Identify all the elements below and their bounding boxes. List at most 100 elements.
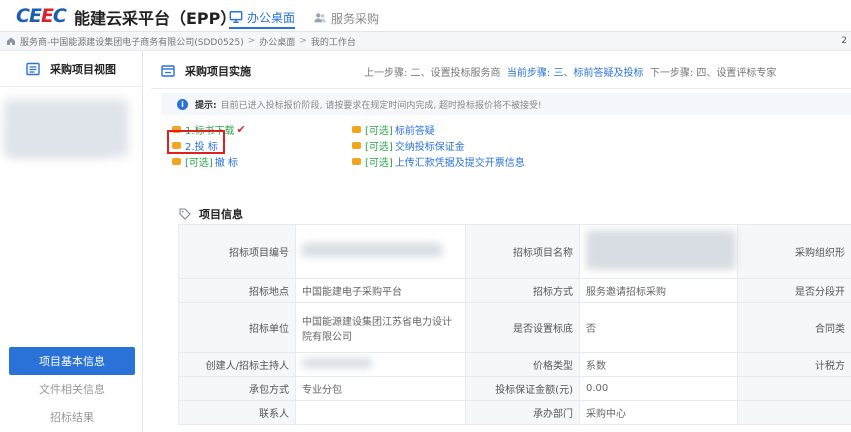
platform-title: 能建云采平台（EPP） [74,9,237,28]
label-contract-type: 合同类 [737,302,851,353]
task-label: 撤 标 [214,158,238,169]
next-step: 四、设置评标专家 [696,68,777,79]
value-contact [295,400,466,425]
info-icon: i [177,98,188,110]
main-header: 采购项目实施 上一步骤: 二、设置投标服务商 当前步骤: 三、标前答疑及投标 下… [151,51,851,89]
task-label: 上传汇款凭据及提交开票信息 [394,158,525,169]
redacted-value [586,230,736,270]
table-row: 联系人 承办部门 采购中心 [178,400,851,425]
hand-pointer-icon [352,142,361,149]
notice-bar: i 提示: 目前已进入投标报价阶段, 请按要求在规定时间内完成, 超时投标报价将… [161,93,851,115]
nav-office-desktop[interactable]: 办公桌面 [229,7,296,29]
list-view-icon [26,62,40,75]
monitor-icon [229,11,243,23]
redacted-project-info [10,131,110,155]
breadcrumb-separator: > [299,36,307,46]
label-project-name: 招标项目名称 [465,224,580,279]
redacted-value [302,358,372,368]
current-step: 三、标前答疑及投标 [553,68,644,79]
label-segmented-opening: 是否分段开 [737,278,851,303]
home-icon [7,37,15,45]
value-price-type: 系数 [579,352,738,377]
table-row: 招标单位 中国能源建设集团江苏省电力设计院有限公司 是否设置标底 否 合同类 [178,302,851,353]
task-label: 标前答疑 [394,126,435,137]
current-step-label: 当前步骤: [506,68,554,79]
label-reserve-price: 是否设置标底 [465,302,580,353]
empty-cell [737,400,851,425]
label-bid-method: 招标方式 [465,278,580,303]
breadcrumb-item-desktop[interactable]: 办公桌面 [259,35,295,48]
task-pay-bid-bond[interactable]: [可选] 交纳投标保证金 [352,138,465,153]
users-icon [314,13,326,23]
prev-step: 二、设置投标服务商 [410,68,501,79]
task-upload-remittance[interactable]: [可选] 上传汇款凭据及提交开票信息 [352,154,525,169]
label-contract-mode: 承包方式 [178,376,296,401]
nav-service-procurement[interactable]: 服务采购 [313,7,379,29]
value-creator [295,352,466,377]
main-content: 采购项目实施 上一步骤: 二、设置投标服务商 当前步骤: 三、标前答疑及投标 下… [151,51,851,432]
hand-pointer-icon [172,158,181,165]
task-withdraw-bid[interactable]: [可选] 撤 标 [172,154,238,169]
label-bid-unit: 招标单位 [178,302,296,353]
project-info-table: 招标项目编号 招标项目名称 采购组织形 招标地点 中国能建电子采购平台 招标方式… [178,224,851,425]
label-bid-bond-amount: 投标保证金额(元) [465,376,580,401]
breadcrumb-item-supplier[interactable]: 服务商-中国能源建设集团电子商务有限公司(SDD0525) [20,35,244,48]
main-title-wrap: 采购项目实施 [161,63,251,79]
value-project-name [579,224,738,279]
label-org-form: 采购组织形 [737,224,851,279]
section-title: 项目信息 [199,208,243,221]
next-step-label: 下一步骤: [649,68,697,79]
hand-pointer-icon [352,126,361,133]
value-bid-bond-amount: 0.00 [579,376,738,401]
value-reserve-price: 否 [579,302,738,353]
sidebar-title: 采购项目视图 [50,62,116,76]
breadcrumb: 服务商-中国能源建设集团电子商务有限公司(SDD0525) > 办公桌面 > 我… [0,32,851,51]
value-bid-method: 服务邀请招标采购 [579,278,738,303]
tag-icon [179,208,191,220]
left-sidebar: 采购项目视图 项目基本信息 文件相关信息 招标结果 [0,51,143,432]
hand-pointer-icon [352,158,361,165]
sidebar-menu: 项目基本信息 文件相关信息 招标结果 [9,347,135,431]
label-price-type: 价格类型 [465,352,580,377]
page-title: 采购项目实施 [185,65,251,78]
optional-tag: [可选] [365,158,393,169]
top-header: CEEC 能建云采平台（EPP） 办公桌面 服务采购 [0,0,851,32]
sidebar-item-file-info[interactable]: 文件相关信息 [9,375,135,403]
optional-tag: [可选] [365,142,393,153]
optional-tag: [可选] [185,158,213,169]
table-row: 招标地点 中国能建电子采购平台 招标方式 服务邀请招标采购 是否分段开 [178,278,851,303]
label-contact: 联系人 [178,400,296,425]
label-tax-method: 计税方 [737,352,851,377]
nav-office-desktop-label: 办公桌面 [247,10,296,25]
process-steps: 上一步骤: 二、设置投标服务商 当前步骤: 三、标前答疑及投标 下一步骤: 四、… [364,64,776,79]
breadcrumb-item-workbench[interactable]: 我的工作台 [311,35,356,48]
sidebar-item-bid-result[interactable]: 招标结果 [9,403,135,431]
section-project-info: 项目信息 [179,206,243,222]
ceec-logo: CEEC [16,5,67,27]
top-nav: 办公桌面 服务采购 [229,7,379,29]
label-project-number: 招标项目编号 [178,224,296,279]
value-bid-location: 中国能建电子采购平台 [295,278,466,303]
breadcrumb-right-text: 2 [841,36,847,46]
value-project-number [295,224,466,279]
table-row: 招标项目编号 招标项目名称 采购组织形 [178,224,851,279]
label-creator: 创建人/招标主持人 [178,352,296,377]
value-contract-mode: 专业分包 [295,376,466,401]
highlight-box-submit-bid [167,130,225,154]
empty-cell [737,376,851,401]
label-department: 承办部门 [465,400,580,425]
task-label: 交纳投标保证金 [394,142,465,153]
notice-text: 目前已进入投标报价阶段, 请按要求在规定时间内完成, 超时投标报价将不被接受! [220,100,542,111]
redacted-value [302,243,442,257]
table-row: 承包方式 专业分包 投标保证金额(元) 0.00 [178,376,851,401]
optional-tag: [可选] [365,126,393,137]
task-pre-bid-qa[interactable]: [可选] 标前答疑 [352,122,435,137]
sidebar-header: 采购项目视图 [0,51,143,87]
value-department: 采购中心 [579,400,738,425]
label-bid-location: 招标地点 [178,278,296,303]
notice-prefix: 提示: [195,100,217,111]
sidebar-item-project-basic-info[interactable]: 项目基本信息 [9,347,135,375]
implement-icon [161,65,175,77]
breadcrumb-separator: > [247,36,256,46]
table-row: 创建人/招标主持人 价格类型 系数 计税方 [178,352,851,377]
